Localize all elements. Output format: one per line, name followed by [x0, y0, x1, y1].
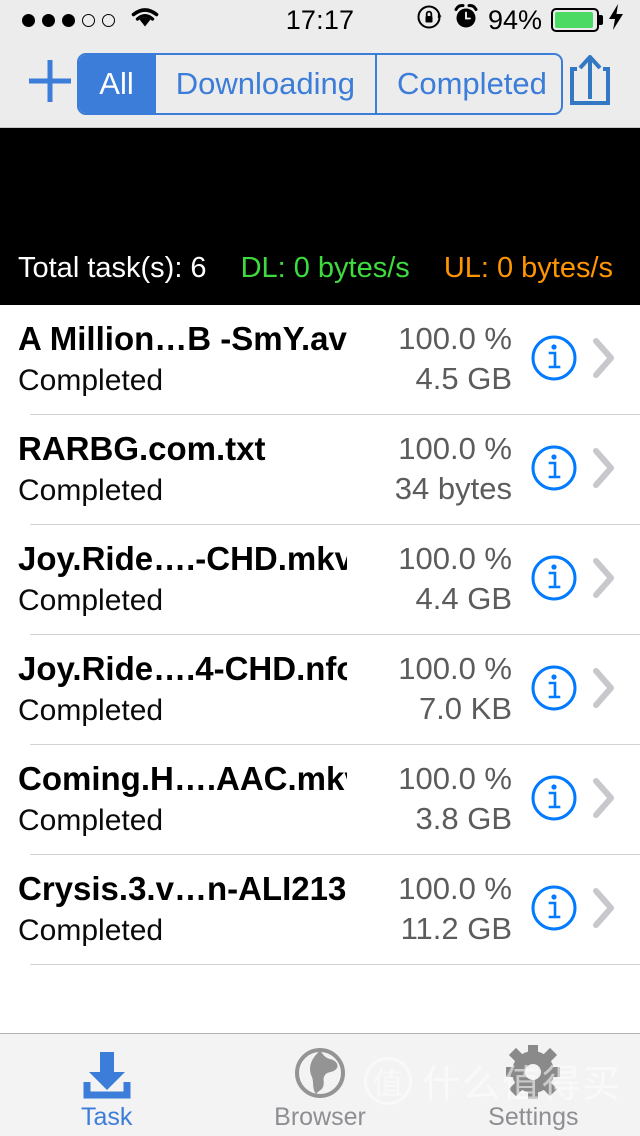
task-status: Completed — [18, 804, 164, 838]
task-disclosure-chevron[interactable] — [586, 556, 622, 605]
segment-completed[interactable]: Completed — [377, 55, 561, 113]
filter-segmented-control[interactable]: All Downloading Completed — [77, 52, 563, 115]
task-meta-block: 100.0 % 4.4 GB — [347, 540, 512, 621]
task-status: Completed — [18, 914, 164, 948]
task-row[interactable]: Joy.Ride….4-CHD.nfo Completed 100.0 % 7.0 K… — [0, 635, 640, 745]
task-size: 34 bytes — [394, 471, 512, 507]
task-meta-block: 100.0 % 3.8 GB — [347, 760, 512, 841]
task-text-block: Joy.Ride….-CHD.mkv Completed — [18, 539, 347, 621]
task-percent: 100.0 % — [398, 320, 512, 356]
info-circle-icon — [529, 663, 579, 718]
chevron-right-icon — [591, 556, 617, 605]
task-size: 4.5 GB — [415, 361, 513, 397]
task-text-block: RARBG.com.txt Completed — [18, 429, 347, 511]
chevron-right-icon — [591, 446, 617, 495]
tab-settings[interactable]: Settings — [427, 1034, 640, 1136]
battery-icon — [551, 8, 603, 32]
task-meta-block: 100.0 % 11.2 GB — [347, 870, 512, 951]
transfer-stats-bar: Total task(s): 6 DL: 0 bytes/s UL: 0 byt… — [18, 252, 613, 285]
task-size: 11.2 GB — [400, 911, 512, 947]
tab-browser-label: Browser — [274, 1102, 366, 1131]
task-info-button[interactable] — [526, 883, 582, 938]
battery-percent-label: 94% — [487, 4, 542, 35]
task-percent: 100.0 % — [398, 540, 512, 576]
segment-all[interactable]: All — [79, 54, 156, 113]
task-status: Completed — [18, 364, 164, 398]
task-disclosure-chevron[interactable] — [586, 886, 622, 935]
task-row[interactable]: A Million…B -SmY.avi Completed 100.0 % 4.5 … — [0, 305, 640, 415]
rotation-lock-icon — [416, 3, 444, 38]
task-disclosure-chevron[interactable] — [586, 776, 622, 825]
segment-downloading[interactable]: Downloading — [156, 54, 377, 113]
download-speed-label: DL: 0 bytes/s — [240, 252, 410, 284]
task-info-button[interactable] — [526, 333, 582, 388]
task-title: Joy.Ride….4-CHD.nfo — [18, 650, 347, 688]
task-row[interactable]: RARBG.com.txt Completed 100.0 % 34 bytes — [0, 415, 640, 525]
share-button[interactable] — [563, 53, 618, 115]
task-size: 3.8 GB — [415, 801, 513, 837]
info-circle-icon — [529, 553, 579, 608]
task-size: 7.0 KB — [418, 691, 512, 727]
tab-task-label: Task — [80, 1102, 133, 1131]
chevron-right-icon — [591, 776, 617, 825]
tab-browser[interactable]: Browser — [213, 1034, 426, 1136]
chevron-right-icon — [591, 886, 617, 935]
task-list: A Million…B -SmY.avi Completed 100.0 % 4.5 … — [0, 305, 640, 965]
task-text-block: Joy.Ride….4-CHD.nfo Completed — [18, 649, 347, 731]
task-meta-block: 100.0 % 34 bytes — [347, 430, 512, 511]
ad-banner-area: Total task(s): 6 DL: 0 bytes/s UL: 0 byt… — [0, 128, 640, 305]
task-title: Coming.H….AAC.mkv — [18, 760, 347, 798]
add-task-button[interactable] — [22, 56, 77, 112]
chevron-right-icon — [591, 336, 617, 385]
upload-speed-label: UL: 0 bytes/s — [443, 252, 614, 284]
lightning-bolt-icon — [608, 3, 624, 37]
task-title: Crysis.3.v…n-ALI213 — [18, 870, 347, 908]
alarm-clock-icon — [453, 3, 479, 38]
status-bar: 17:17 94% — [0, 0, 640, 40]
task-text-block: Crysis.3.v…n-ALI213 Completed — [18, 869, 347, 951]
plus-icon — [24, 55, 76, 112]
task-percent: 100.0 % — [398, 650, 512, 686]
share-icon — [566, 53, 614, 114]
globe-icon — [294, 1045, 346, 1099]
tab-settings-label: Settings — [488, 1102, 579, 1131]
task-row[interactable]: Coming.H….AAC.mkv Completed 100.0 % 3.8 GB — [0, 745, 640, 855]
task-title: A Million…B -SmY.avi — [18, 320, 347, 358]
info-circle-icon — [529, 443, 579, 498]
task-disclosure-chevron[interactable] — [586, 336, 622, 385]
task-size: 4.4 GB — [415, 581, 513, 617]
task-status: Completed — [18, 474, 164, 508]
task-row[interactable]: Joy.Ride….-CHD.mkv Completed 100.0 % 4.4 GB — [0, 525, 640, 635]
task-info-button[interactable] — [526, 443, 582, 498]
task-text-block: A Million…B -SmY.avi Completed — [18, 319, 347, 401]
task-disclosure-chevron[interactable] — [586, 446, 622, 495]
task-status: Completed — [18, 694, 164, 728]
task-percent: 100.0 % — [398, 870, 512, 906]
task-row[interactable]: Crysis.3.v…n-ALI213 Completed 100.0 % 11.2 … — [0, 855, 640, 965]
task-meta-block: 100.0 % 4.5 GB — [347, 320, 512, 401]
task-info-button[interactable] — [526, 773, 582, 828]
gear-icon — [506, 1044, 561, 1099]
task-title: Joy.Ride….-CHD.mkv — [18, 540, 347, 578]
task-meta-block: 100.0 % 7.0 KB — [347, 650, 512, 731]
top-toolbar: All Downloading Completed — [0, 40, 640, 128]
task-disclosure-chevron[interactable] — [586, 666, 622, 715]
info-circle-icon — [529, 333, 579, 388]
info-circle-icon — [529, 773, 579, 828]
download-icon — [80, 1045, 134, 1099]
status-bar-right: 94% — [416, 3, 624, 38]
task-text-block: Coming.H….AAC.mkv Completed — [18, 759, 347, 841]
info-circle-icon — [529, 883, 579, 938]
tab-task[interactable]: Task — [0, 1034, 213, 1136]
task-info-button[interactable] — [526, 553, 582, 608]
bottom-tab-bar: Task Browser Settings — [0, 1033, 640, 1136]
task-percent: 100.0 % — [398, 760, 512, 796]
task-status: Completed — [18, 584, 164, 618]
task-info-button[interactable] — [526, 663, 582, 718]
chevron-right-icon — [591, 666, 617, 715]
task-percent: 100.0 % — [398, 430, 512, 466]
total-tasks-label: Total task(s): 6 — [18, 252, 207, 284]
task-title: RARBG.com.txt — [18, 430, 266, 468]
